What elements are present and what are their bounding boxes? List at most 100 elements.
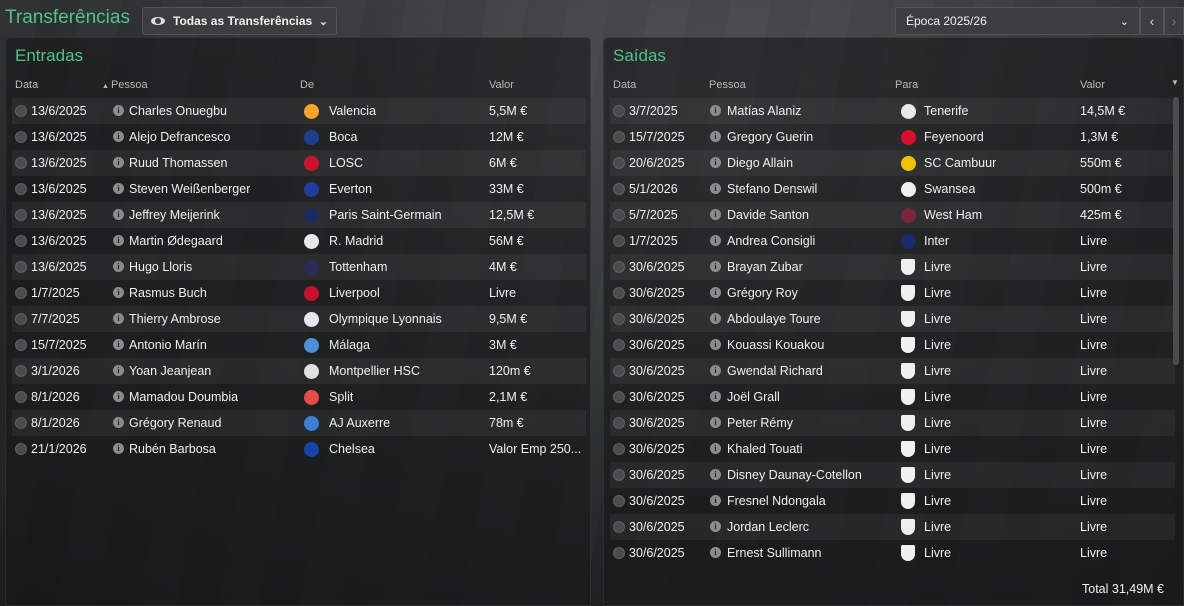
club-name[interactable]: Everton [329, 176, 372, 202]
checkbox-icon[interactable] [613, 547, 625, 559]
person-name[interactable]: Jeffrey Meijerink [129, 202, 220, 228]
person-name[interactable]: Disney Daunay-Cotellon [727, 462, 862, 488]
info-icon[interactable]: i [113, 417, 124, 428]
checkbox-icon[interactable] [613, 469, 625, 481]
checkbox-icon[interactable] [15, 365, 27, 377]
club-name[interactable]: LOSC [329, 150, 363, 176]
table-row[interactable]: 30/6/2025 i Fresnel Ndongala Livre Livre [610, 488, 1175, 514]
col-header-person[interactable]: Pessoa [709, 79, 746, 91]
info-icon[interactable]: i [113, 105, 124, 116]
person-name[interactable]: Stefano Denswil [727, 176, 817, 202]
table-row[interactable]: 15/7/2025 i Antonio Marín Málaga 3M € [12, 332, 586, 358]
info-icon[interactable]: i [710, 443, 721, 454]
person-name[interactable]: Davide Santon [727, 202, 809, 228]
table-row[interactable]: 8/1/2026 i Grégory Renaud AJ Auxerre 78m € [12, 410, 586, 436]
table-row[interactable]: 13/6/2025 i Steven Weißenberger Everton 33M … [12, 176, 586, 202]
col-header-date[interactable]: Data [613, 79, 636, 91]
table-row[interactable]: 8/1/2026 i Mamadou Doumbia Split 2,1M € [12, 384, 586, 410]
person-name[interactable]: Abdoulaye Toure [727, 306, 821, 332]
info-icon[interactable]: i [710, 417, 721, 428]
person-name[interactable]: Gwendal Richard [727, 358, 823, 384]
table-row[interactable]: 13/6/2025 i Ruud Thomassen LOSC 6M € [12, 150, 586, 176]
table-row[interactable]: 5/7/2025 i Davide Santon West Ham 425m € [610, 202, 1175, 228]
info-icon[interactable]: i [113, 157, 124, 168]
info-icon[interactable]: i [113, 391, 124, 402]
info-icon[interactable]: i [113, 313, 124, 324]
table-row[interactable]: 13/6/2025 i Hugo Lloris Tottenham 4M € [12, 254, 586, 280]
previous-season-button[interactable]: ‹ [1140, 7, 1164, 35]
col-header-to[interactable]: Para [895, 79, 918, 91]
club-name[interactable]: Feyenoord [924, 124, 984, 150]
info-icon[interactable]: i [113, 287, 124, 298]
person-name[interactable]: Kouassi Kouakou [727, 332, 824, 358]
club-name[interactable]: Olympique Lyonnais [329, 306, 442, 332]
info-icon[interactable]: i [710, 183, 721, 194]
scroll-down-arrow-icon[interactable]: ▼ [1171, 78, 1179, 87]
club-name[interactable]: Chelsea [329, 436, 375, 462]
checkbox-icon[interactable] [15, 391, 27, 403]
table-row[interactable]: 13/6/2025 i Alejo Defrancesco Boca 12M € [12, 124, 586, 150]
checkbox-icon[interactable] [613, 339, 625, 351]
table-row[interactable]: 15/7/2025 i Gregory Guerin Feyenoord 1,3M € [610, 124, 1175, 150]
season-dropdown[interactable]: Época 2025/26 ⌄ [895, 7, 1140, 35]
table-row[interactable]: 20/6/2025 i Diego Allain SC Cambuur 550m € [610, 150, 1175, 176]
next-season-button[interactable]: › [1164, 7, 1184, 35]
checkbox-icon[interactable] [613, 391, 625, 403]
info-icon[interactable]: i [710, 235, 721, 246]
person-name[interactable]: Peter Rémy [727, 410, 793, 436]
table-row[interactable]: 30/6/2025 i Disney Daunay-Cotellon Livre Liv… [610, 462, 1175, 488]
table-row[interactable]: 30/6/2025 i Joël Grall Livre Livre [610, 384, 1175, 410]
table-row[interactable]: 3/1/2026 i Yoan Jeanjean Montpellier HSC 120… [12, 358, 586, 384]
info-icon[interactable]: i [113, 209, 124, 220]
checkbox-icon[interactable] [613, 157, 625, 169]
club-name[interactable]: Split [329, 384, 353, 410]
club-name[interactable]: SC Cambuur [924, 150, 996, 176]
table-row[interactable]: 30/6/2025 i Peter Rémy Livre Livre [610, 410, 1175, 436]
club-name[interactable]: Swansea [924, 176, 975, 202]
table-row[interactable]: 30/6/2025 i Grégory Roy Livre Livre [610, 280, 1175, 306]
person-name[interactable]: Thierry Ambrose [129, 306, 221, 332]
info-icon[interactable]: i [710, 521, 721, 532]
club-name[interactable]: Tottenham [329, 254, 387, 280]
person-name[interactable]: Jordan Leclerc [727, 514, 809, 540]
checkbox-icon[interactable] [15, 183, 27, 195]
person-name[interactable]: Steven Weißenberger [129, 176, 250, 202]
person-name[interactable]: Grégory Renaud [129, 410, 221, 436]
person-name[interactable]: Charles Onuegbu [129, 98, 227, 124]
filter-dropdown[interactable]: Todas as Transferências ⌄ [142, 7, 337, 35]
person-name[interactable]: Rasmus Buch [129, 280, 207, 306]
info-icon[interactable]: i [710, 287, 721, 298]
info-icon[interactable]: i [113, 235, 124, 246]
checkbox-icon[interactable] [613, 261, 625, 273]
col-header-value[interactable]: Valor [489, 79, 514, 91]
person-name[interactable]: Grégory Roy [727, 280, 798, 306]
info-icon[interactable]: i [710, 495, 721, 506]
club-name[interactable]: Málaga [329, 332, 370, 358]
person-name[interactable]: Hugo Lloris [129, 254, 192, 280]
checkbox-icon[interactable] [15, 209, 27, 221]
col-header-person[interactable]: ▲ Pessoa [102, 79, 148, 91]
info-icon[interactable]: i [710, 131, 721, 142]
info-icon[interactable]: i [710, 469, 721, 480]
club-name[interactable]: West Ham [924, 202, 982, 228]
club-name[interactable]: Boca [329, 124, 358, 150]
info-icon[interactable]: i [710, 105, 721, 116]
info-icon[interactable]: i [113, 365, 124, 376]
checkbox-icon[interactable] [15, 313, 27, 325]
info-icon[interactable]: i [710, 365, 721, 376]
club-name[interactable]: Valencia [329, 98, 376, 124]
outgoing-scrollbar[interactable] [1173, 97, 1179, 365]
col-header-value[interactable]: Valor [1080, 79, 1105, 91]
info-icon[interactable]: i [710, 547, 721, 558]
info-icon[interactable]: i [113, 131, 124, 142]
club-name[interactable]: Liverpool [329, 280, 380, 306]
info-icon[interactable]: i [113, 183, 124, 194]
col-header-from[interactable]: De [300, 79, 314, 91]
table-row[interactable]: 1/7/2025 i Andrea Consigli Inter Livre [610, 228, 1175, 254]
person-name[interactable]: Khaled Touati [727, 436, 803, 462]
person-name[interactable]: Fresnel Ndongala [727, 488, 826, 514]
club-name[interactable]: Paris Saint-Germain [329, 202, 442, 228]
checkbox-icon[interactable] [613, 131, 625, 143]
checkbox-icon[interactable] [15, 339, 27, 351]
info-icon[interactable]: i [710, 261, 721, 272]
